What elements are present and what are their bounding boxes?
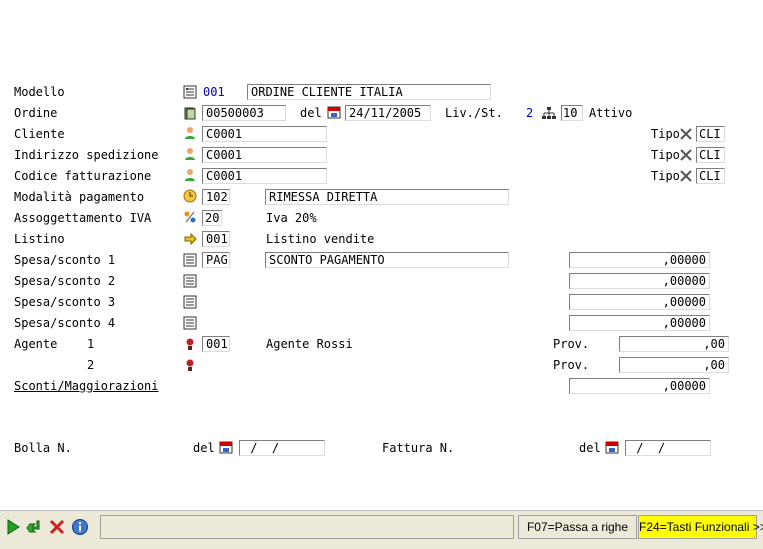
calendar-icon[interactable] (605, 440, 619, 454)
ordine-status: Attivo (589, 106, 633, 120)
cliente-tipo-field[interactable]: CLI (696, 126, 725, 142)
status-message-panel (100, 515, 514, 539)
agent-icon[interactable] (183, 337, 197, 351)
iva-label: Assoggettamento IVA (14, 211, 152, 225)
clock-icon[interactable] (183, 189, 197, 203)
spesa-4-amount-field[interactable]: ,00000 (569, 315, 710, 331)
fattura-date-field[interactable]: / / (625, 440, 711, 456)
spesa-3-amount-field[interactable]: ,00000 (569, 294, 710, 310)
person-icon[interactable] (183, 126, 197, 140)
list-icon[interactable] (183, 274, 197, 288)
indirizzo-tipo-label: Tipo (651, 148, 680, 162)
bolla-del-label: del (193, 441, 215, 455)
st-value-field[interactable]: 10 (561, 105, 583, 121)
listino-label: Listino (14, 232, 65, 246)
fattura-label: Fattura N. (382, 441, 455, 455)
bolla-label: Bolla N. (14, 441, 72, 455)
percent-icon[interactable] (183, 210, 197, 224)
spesa-1-label: Spesa/sconto 1 (14, 253, 116, 267)
person-icon[interactable] (183, 147, 197, 161)
iva-code-field[interactable]: 20 (202, 210, 222, 226)
agent-icon[interactable] (183, 358, 197, 372)
f07-button[interactable]: F07=Passa a righe (518, 515, 637, 539)
agente-1-num: 1 (87, 337, 95, 351)
play-icon[interactable] (4, 517, 22, 537)
tipo-icon[interactable] (679, 169, 692, 182)
list-icon[interactable] (183, 253, 197, 267)
book-icon[interactable] (183, 106, 197, 120)
sconti-link[interactable]: Sconti/Maggiorazioni (14, 378, 159, 394)
indirizzo-tipo-field[interactable]: CLI (696, 147, 725, 163)
list-icon[interactable] (183, 85, 197, 99)
tipo-icon[interactable] (679, 127, 692, 140)
spesa-4-label: Spesa/sconto 4 (14, 316, 116, 330)
listino-desc: Listino vendite (266, 232, 375, 246)
agente-label: Agente (14, 337, 58, 351)
agente-2-num: 2 (87, 358, 95, 372)
codice-fatt-tipo-field[interactable]: CLI (696, 168, 725, 184)
f24-button[interactable]: F24=Tasti Funzionali >> (638, 515, 763, 539)
ordine-date-field[interactable]: 24/11/2005 (345, 105, 431, 121)
iva-desc: Iva 20% (266, 211, 317, 225)
sconti-label: Sconti/Maggiorazioni (14, 379, 159, 393)
ordine-del-label: del (300, 106, 322, 120)
spesa-1-code-field[interactable]: PAG (202, 252, 230, 268)
back-arrow-icon[interactable] (25, 517, 43, 537)
cancel-icon[interactable] (48, 517, 66, 537)
fattura-del-label: del (579, 441, 601, 455)
pagamento-code-field[interactable]: 102 (202, 189, 230, 205)
indirizzo-label: Indirizzo spedizione (14, 148, 159, 162)
agente-1-code-field[interactable]: 001 (202, 336, 230, 352)
arrow-right-icon[interactable] (183, 232, 197, 246)
ordine-number-field[interactable]: 00500003 (202, 105, 286, 121)
modello-desc-field[interactable]: ORDINE CLIENTE ITALIA (247, 84, 491, 100)
cliente-tipo-label: Tipo (651, 127, 680, 141)
list-icon[interactable] (183, 316, 197, 330)
cliente-label: Cliente (14, 127, 65, 141)
codice-fatt-label: Codice fatturazione (14, 169, 152, 183)
hierarchy-icon[interactable] (542, 106, 556, 120)
pagamento-desc-field[interactable]: RIMESSA DIRETTA (265, 189, 509, 205)
spesa-2-label: Spesa/sconto 2 (14, 274, 116, 288)
modello-code: 001 (203, 85, 225, 99)
indirizzo-code-field[interactable]: C0001 (202, 147, 327, 163)
spesa-2-amount-field[interactable]: ,00000 (569, 273, 710, 289)
person-icon[interactable] (183, 168, 197, 182)
pagamento-label: Modalità pagamento (14, 190, 145, 204)
livst-label: Liv./St. (445, 106, 503, 120)
agente-2-prov-field[interactable]: ,00 (619, 357, 729, 373)
listino-code-field[interactable]: 001 (202, 231, 230, 247)
bolla-date-field[interactable]: / / (239, 440, 325, 456)
codice-fatt-tipo-label: Tipo (651, 169, 680, 183)
ordine-label: Ordine (14, 106, 58, 120)
info-icon[interactable] (71, 517, 89, 537)
list-icon[interactable] (183, 295, 197, 309)
tipo-icon[interactable] (679, 148, 692, 161)
sconti-amount-field[interactable]: ,00000 (569, 378, 710, 394)
agente-1-prov-label: Prov. (553, 337, 590, 351)
agente-1-prov-field[interactable]: ,00 (619, 336, 729, 352)
agente-2-prov-label: Prov. (553, 358, 590, 372)
calendar-icon[interactable] (219, 440, 233, 454)
spesa-1-desc-field[interactable]: SCONTO PAGAMENTO (265, 252, 509, 268)
liv-value: 2 (526, 106, 534, 120)
calendar-icon[interactable] (327, 105, 341, 119)
modello-label: Modello (14, 85, 65, 99)
agente-1-desc: Agente Rossi (266, 337, 353, 351)
codice-fatt-code-field[interactable]: C0001 (202, 168, 327, 184)
spesa-3-label: Spesa/sconto 3 (14, 295, 116, 309)
cliente-code-field[interactable]: C0001 (202, 126, 327, 142)
spesa-1-amount-field[interactable]: ,00000 (569, 252, 710, 268)
